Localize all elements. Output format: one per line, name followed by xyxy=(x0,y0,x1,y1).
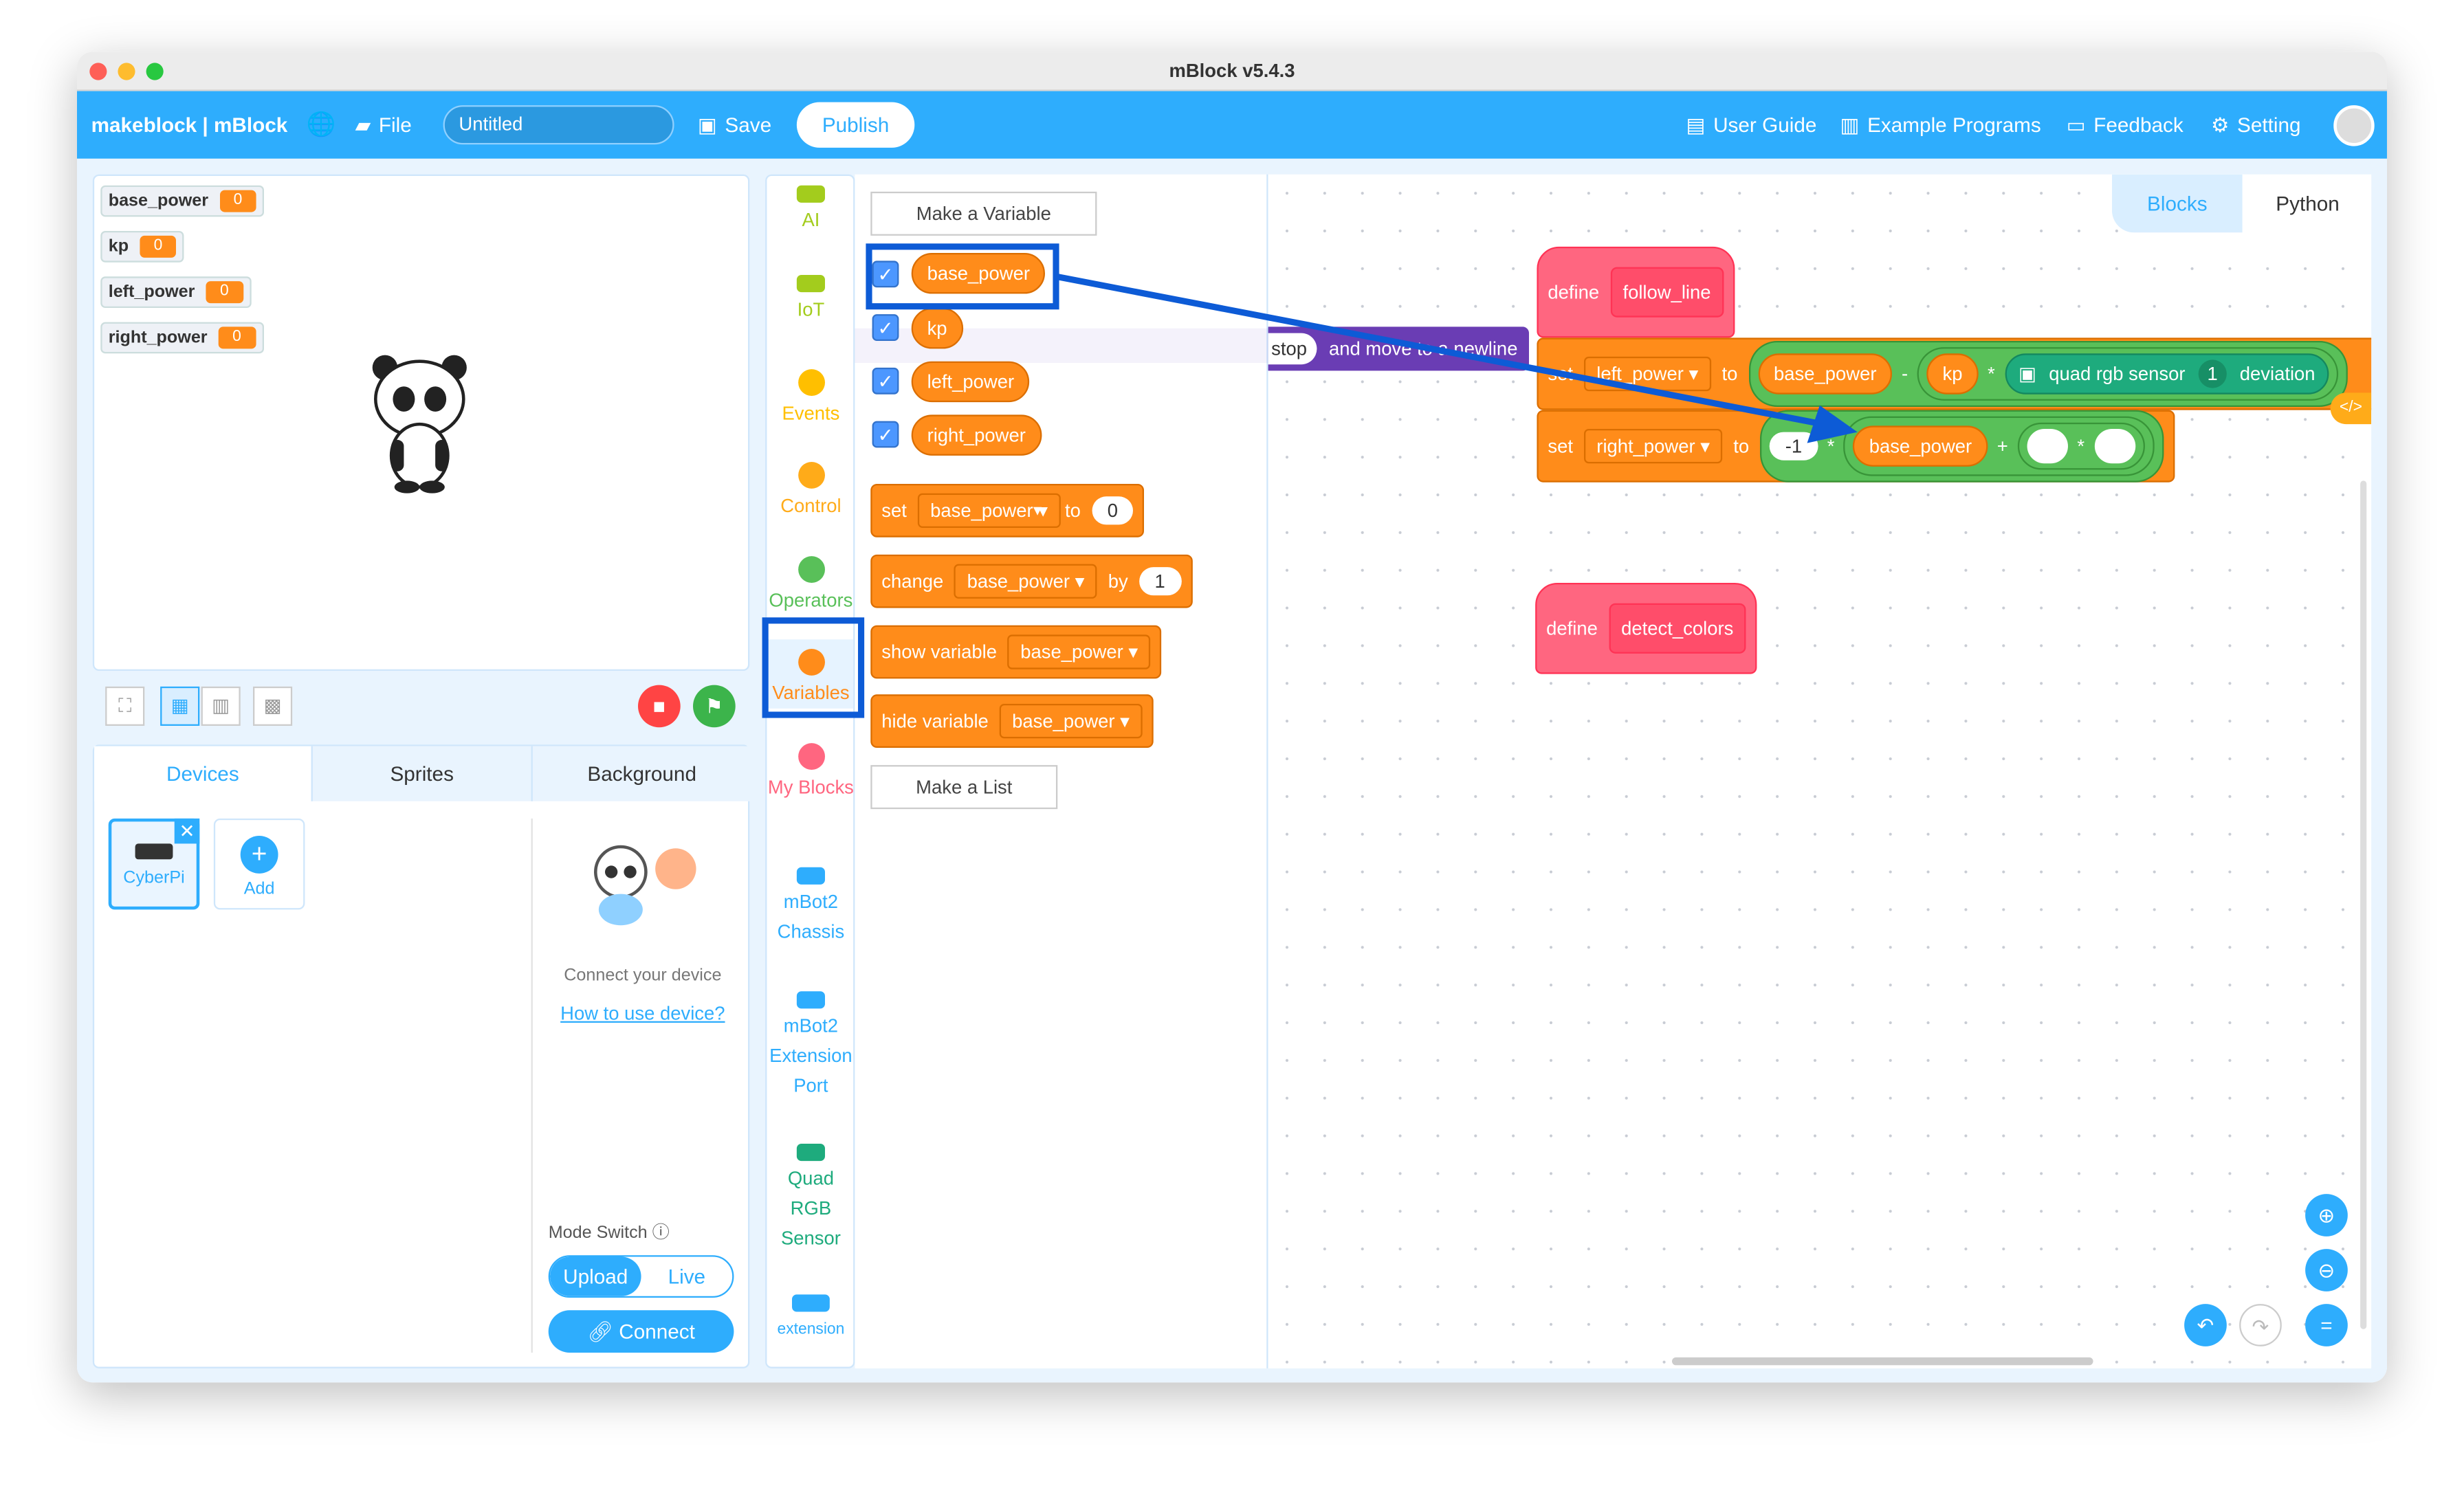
annotation-arrow xyxy=(1055,273,1858,443)
